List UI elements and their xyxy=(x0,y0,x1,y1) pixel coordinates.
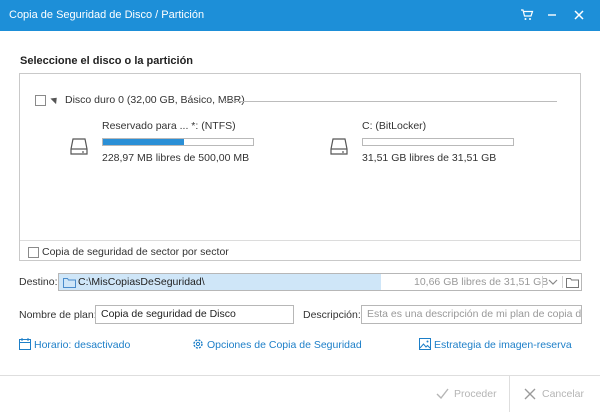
folder-icon xyxy=(63,278,76,288)
title-bar: Copia de Seguridad de Disco / Partición xyxy=(0,0,600,31)
partition-name: C: (BitLocker) xyxy=(362,120,427,132)
partition-name: Reservado para ... *: (NTFS) xyxy=(102,120,236,132)
disk-panel: Disco duro 0 (32,00 GB, Básico, MBR) Res… xyxy=(19,73,581,261)
close-button[interactable] xyxy=(572,8,586,22)
disk-checkbox[interactable] xyxy=(35,95,46,106)
usage-bar xyxy=(102,138,254,146)
backup-options-link-label: Opciones de Copia de Seguridad xyxy=(207,339,362,351)
minimize-button[interactable] xyxy=(545,8,559,22)
destination-field[interactable]: C:\MisCopiasDeSeguridad\ 10,66 GB libres… xyxy=(58,273,582,291)
image-strategy-link-label: Estrategia de imagen-reserva xyxy=(434,339,572,351)
partition-card-c[interactable]: C: (BitLocker) 31,51 GB libres de 31,51 … xyxy=(329,120,549,166)
chevron-down-icon[interactable] xyxy=(548,278,558,286)
sector-by-sector-label: Copia de seguridad de sector por sector xyxy=(42,246,229,258)
destination-free: 10,66 GB libres de 31,51 GB xyxy=(414,276,549,288)
sector-by-sector-checkbox[interactable] xyxy=(28,247,39,258)
plan-name-label: Nombre de plan: xyxy=(19,309,97,321)
description-label: Descripción: xyxy=(303,309,361,321)
panel-divider xyxy=(20,240,580,241)
check-icon xyxy=(436,388,449,399)
proceed-button-label: Proceder xyxy=(454,388,497,400)
hard-drive-icon xyxy=(70,138,88,155)
hard-drive-icon xyxy=(330,138,348,155)
footer-divider xyxy=(0,375,600,376)
destination-path: C:\MisCopiasDeSeguridad\ xyxy=(78,276,205,288)
browse-folder-icon[interactable] xyxy=(566,277,579,288)
section-title: Seleccione el disco o la partición xyxy=(20,55,194,67)
footer-vertical-divider xyxy=(509,376,510,412)
usage-bar xyxy=(362,138,514,146)
partition-free: 31,51 GB libres de 31,51 GB xyxy=(362,152,497,164)
image-icon xyxy=(419,338,431,350)
schedule-link-label: Horario: desactivado xyxy=(34,339,131,351)
disk-label: Disco duro 0 (32,00 GB, Básico, MBR) xyxy=(65,94,245,106)
calendar-icon xyxy=(19,338,31,350)
window-title: Copia de Seguridad de Disco / Partición xyxy=(9,9,205,21)
plan-name-input[interactable]: Copia de seguridad de Disco xyxy=(95,305,294,324)
description-input[interactable]: Esta es una descripción de mi plan de co… xyxy=(361,305,582,324)
cart-icon[interactable] xyxy=(520,8,534,22)
divider xyxy=(562,276,563,288)
collapse-arrow-icon[interactable] xyxy=(50,94,60,105)
partition-card-reserved[interactable]: Reservado para ... *: (NTFS) 228,97 MB l… xyxy=(69,120,289,166)
divider xyxy=(542,276,543,288)
partition-free: 228,97 MB libres de 500,00 MB xyxy=(102,152,250,164)
cancel-button-label: Cancelar xyxy=(542,388,585,400)
usage-bar-fill xyxy=(103,139,184,145)
close-icon xyxy=(524,388,536,400)
destination-label: Destino: xyxy=(19,276,58,288)
gear-icon xyxy=(193,339,203,349)
disk-divider xyxy=(225,101,557,102)
